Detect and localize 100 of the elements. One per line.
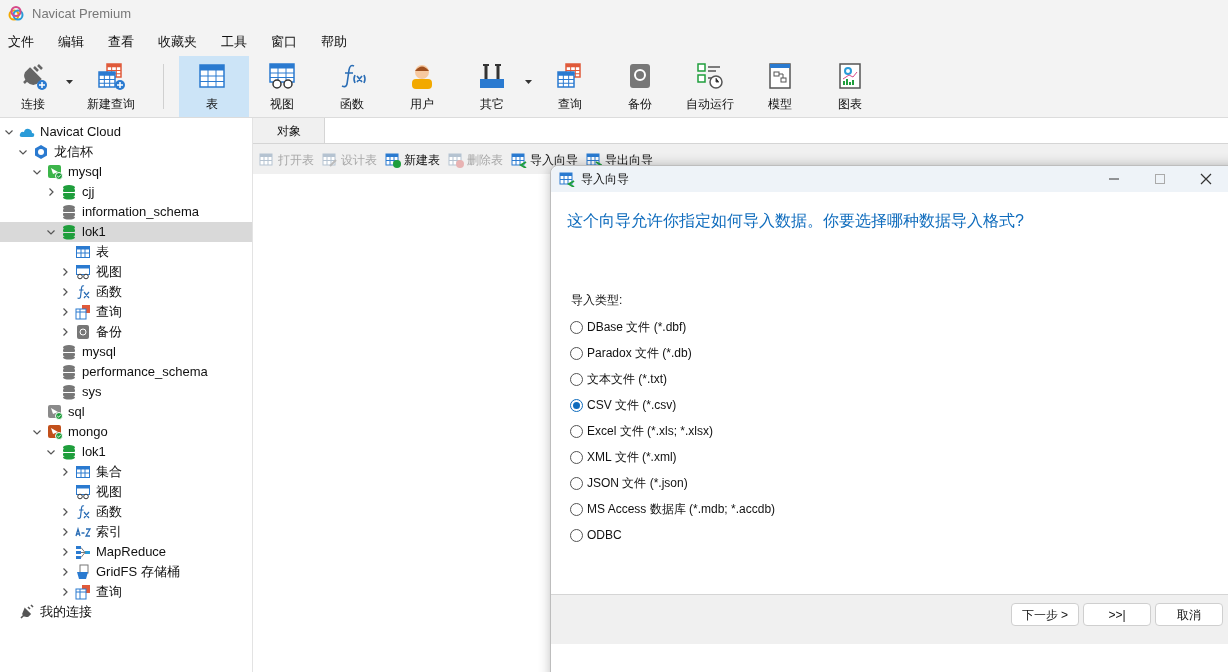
dialog-title: 导入向导 — [581, 171, 629, 188]
bucket-icon — [75, 564, 91, 580]
menu-item[interactable]: 工具 — [221, 32, 247, 52]
dialog-button[interactable]: >>| — [1083, 603, 1151, 626]
chevron-right-icon[interactable] — [60, 467, 70, 477]
tree-item[interactable]: Navicat Cloud — [0, 122, 252, 142]
toolbar-button[interactable]: 模型 — [747, 56, 817, 117]
connection-icon — [47, 404, 63, 420]
tree-item[interactable]: 函数 — [0, 282, 252, 302]
toolbar-button[interactable]: 连接 — [0, 56, 78, 117]
dialog-button[interactable]: 下一步 > — [1010, 603, 1079, 626]
toolbar-button[interactable]: 备份 — [607, 56, 677, 117]
connection-icon — [47, 424, 63, 440]
caret-icon[interactable] — [66, 80, 73, 85]
chevron-right-icon[interactable] — [46, 187, 56, 197]
view-icon — [75, 264, 91, 280]
toolbar-button[interactable]: 函数 — [319, 56, 389, 117]
group-label: 导入类型: — [570, 292, 624, 309]
radio-label[interactable]: 文本文件 (*.txt) — [587, 370, 667, 388]
tree-item[interactable]: 表 — [0, 242, 252, 262]
object-toolbar-button[interactable]: 新建表 — [385, 151, 440, 169]
tree-item[interactable]: mongo — [0, 422, 252, 442]
tree-item[interactable]: 索引 — [0, 522, 252, 542]
query-icon — [75, 304, 91, 320]
tree-item[interactable]: cjj — [0, 182, 252, 202]
connection-icon — [47, 164, 63, 180]
tree-item[interactable]: 我的连接 — [0, 602, 252, 622]
tree-item[interactable]: sys — [0, 382, 252, 402]
query-icon — [75, 584, 91, 600]
tree-item[interactable]: 视图 — [0, 262, 252, 282]
view-icon — [267, 60, 297, 91]
table-open-icon — [259, 152, 275, 168]
tree-item[interactable]: mysql — [0, 342, 252, 362]
menu-item[interactable]: 窗口 — [271, 32, 297, 52]
table-new-icon — [385, 152, 401, 168]
checklist-clock-icon — [695, 60, 725, 91]
tree-item[interactable]: sql — [0, 402, 252, 422]
window-title: Navicat Premium — [32, 5, 131, 24]
radio-label[interactable]: XML 文件 (*.xml) — [587, 448, 677, 466]
hexagon-icon — [33, 144, 49, 160]
query-add-icon — [96, 60, 126, 91]
toolbar-button[interactable]: 自动运行 — [677, 56, 747, 117]
app-logo-icon — [8, 6, 24, 22]
function-icon — [75, 504, 91, 520]
radio-label[interactable]: MS Access 数据库 (*.mdb; *.accdb) — [587, 500, 776, 518]
table-icon — [75, 464, 91, 480]
mapreduce-icon — [75, 544, 91, 560]
chevron-down-icon[interactable] — [46, 227, 56, 237]
database-icon — [61, 204, 77, 220]
toolbar-button[interactable]: 查询 — [537, 56, 607, 117]
menu-item[interactable]: 帮助 — [321, 32, 347, 52]
database-icon — [61, 444, 77, 460]
tree-item[interactable]: 龙信杯 — [0, 142, 252, 162]
table-design-icon — [322, 152, 338, 168]
toolbar-button[interactable]: 表 — [179, 56, 249, 117]
database-icon — [61, 344, 77, 360]
database-icon — [61, 384, 77, 400]
database-icon — [61, 224, 77, 240]
plug-icon — [19, 604, 35, 620]
tree-item[interactable]: 备份 — [0, 322, 252, 342]
database-icon — [61, 184, 77, 200]
tree-item[interactable]: information_schema — [0, 202, 252, 222]
radio-label[interactable]: Paradox 文件 (*.db) — [587, 344, 692, 362]
tree-item[interactable]: mysql — [0, 162, 252, 182]
database-icon — [61, 364, 77, 380]
tree-item[interactable]: performance_schema — [0, 362, 252, 382]
tree-item[interactable]: lok1 — [0, 442, 252, 462]
menu-item[interactable]: 收藏夹 — [158, 32, 197, 52]
tree-item[interactable]: 查询 — [0, 582, 252, 602]
toolbar-button[interactable]: 视图 — [249, 56, 319, 117]
radio-label[interactable]: ODBC — [587, 526, 622, 544]
menu-item[interactable]: 编辑 — [58, 32, 84, 52]
toolbar-button[interactable]: 图表 — [817, 56, 887, 117]
tree-item[interactable]: 函数 — [0, 502, 252, 522]
menu-item[interactable]: 文件 — [8, 32, 34, 52]
radio-label[interactable]: CSV 文件 (*.csv) — [587, 396, 677, 414]
table-import-icon — [559, 171, 575, 187]
table-icon — [75, 244, 91, 260]
table-delete-icon — [448, 152, 464, 168]
radio-label[interactable]: DBase 文件 (*.dbf) — [587, 318, 687, 336]
table-import-icon — [511, 152, 527, 168]
tree-item[interactable]: MapReduce — [0, 542, 252, 562]
radio-label[interactable]: Excel 文件 (*.xls; *.xlsx) — [587, 422, 713, 440]
tree-item[interactable]: 查询 — [0, 302, 252, 322]
toolbar-button[interactable]: 其它 — [459, 56, 537, 117]
view-icon — [75, 484, 91, 500]
backup-icon — [75, 324, 91, 340]
dialog-button[interactable]: 取消 — [1155, 603, 1223, 626]
radio-label[interactable]: JSON 文件 (*.json) — [587, 474, 688, 492]
dialog-heading: 这个向导允许你指定如何导入数据。你要选择哪种数据导入格式? — [567, 211, 1025, 231]
function-icon — [75, 284, 91, 300]
tab[interactable]: 对象 — [253, 118, 325, 143]
toolbar-button[interactable]: 用户 — [389, 56, 459, 117]
menu-item[interactable]: 查看 — [108, 32, 134, 52]
tree-item[interactable]: GridFS 存储桶 — [0, 562, 252, 582]
toolbar-button[interactable]: 新建查询 — [78, 56, 148, 117]
tree-item[interactable]: 集合 — [0, 462, 252, 482]
tree-item[interactable]: lok1 — [0, 222, 252, 242]
caret-icon[interactable] — [525, 80, 532, 85]
tree-item[interactable]: 视图 — [0, 482, 252, 502]
